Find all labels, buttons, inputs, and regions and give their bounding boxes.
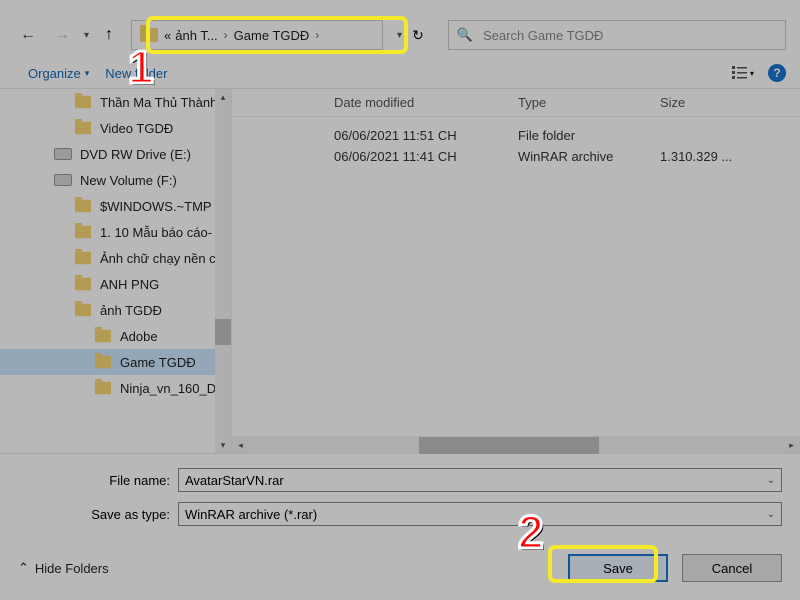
search-placeholder: Search Game TGDĐ: [483, 28, 777, 43]
tree-item-label: DVD RW Drive (E:): [80, 147, 191, 162]
folder-icon: [75, 96, 91, 109]
tree-item[interactable]: DVD RW Drive (E:): [0, 141, 231, 167]
tree-item[interactable]: $WINDOWS.~TMP: [0, 193, 231, 219]
tree-item[interactable]: Ảnh chữ chạy nền c: [0, 245, 231, 271]
breadcrumb-prefix: «: [164, 28, 171, 43]
tree-item-label: New Volume (F:): [80, 173, 177, 188]
scroll-up-icon[interactable]: ▴: [215, 89, 231, 105]
scrollbar-vertical[interactable]: ▴ ▾: [215, 89, 231, 453]
cell-size: 1.310.329 ...: [660, 149, 750, 164]
tree-item[interactable]: Adobe: [0, 323, 231, 349]
breadcrumb-part[interactable]: Game TGDĐ: [234, 28, 310, 43]
cancel-button[interactable]: Cancel: [682, 554, 782, 582]
file-list[interactable]: 06/06/2021 11:51 CHFile folder06/06/2021…: [232, 117, 800, 436]
dropdown-caret-icon[interactable]: ⌄: [767, 475, 775, 486]
tree-item-label: ảnh TGDĐ: [100, 303, 162, 318]
tree-item-label: ANH PNG: [100, 277, 159, 292]
drive-icon: [54, 174, 72, 186]
chevron-right-icon[interactable]: ›: [309, 28, 325, 42]
forward-button[interactable]: →: [48, 21, 76, 49]
up-button[interactable]: ↑: [97, 23, 121, 47]
tree-item[interactable]: ảnh TGDĐ: [0, 297, 231, 323]
scroll-thumb[interactable]: [419, 437, 599, 454]
tree-item-label: $WINDOWS.~TMP: [100, 199, 212, 214]
scrollbar-horizontal[interactable]: ◂ ▸: [232, 436, 800, 453]
scroll-down-icon[interactable]: ▾: [215, 437, 231, 453]
folder-icon: [75, 278, 91, 291]
help-icon[interactable]: ?: [768, 64, 786, 82]
breadcrumb-part[interactable]: ảnh T...: [175, 28, 217, 43]
tree-item-label: 1. 10 Mẫu báo cáo-: [100, 225, 212, 240]
drive-icon: [54, 148, 72, 160]
savetype-label: Save as type:: [18, 507, 178, 522]
history-caret-icon[interactable]: ▾: [84, 30, 89, 41]
cell-name: [238, 128, 334, 143]
breadcrumb[interactable]: « ảnh T... › Game TGDĐ ›: [131, 20, 383, 50]
dropdown-caret-icon[interactable]: ⌄: [767, 509, 775, 520]
cell-date: 06/06/2021 11:41 CH: [334, 149, 518, 164]
filename-label: File name:: [18, 473, 178, 488]
column-headers[interactable]: Date modified Type Size: [232, 89, 800, 117]
tree-item[interactable]: 1. 10 Mẫu báo cáo-: [0, 219, 231, 245]
address-dropdown-icon[interactable]: ▾: [397, 30, 402, 41]
folder-icon: [95, 356, 111, 369]
folder-icon: [75, 304, 91, 317]
tree-item[interactable]: ANH PNG: [0, 271, 231, 297]
cell-date: 06/06/2021 11:51 CH: [334, 128, 518, 143]
organize-button[interactable]: Organize ▾: [28, 66, 89, 81]
tree-item[interactable]: Game TGDĐ: [0, 349, 231, 375]
tree-item-label: Game TGDĐ: [120, 355, 196, 370]
cell-name: [238, 149, 334, 164]
tree-item-label: Ảnh chữ chạy nền c: [100, 251, 216, 266]
scroll-right-icon[interactable]: ▸: [783, 437, 800, 454]
scroll-thumb[interactable]: [215, 319, 231, 345]
scroll-left-icon[interactable]: ◂: [232, 437, 249, 454]
tree-item-label: Ninja_vn_160_Dat: [120, 381, 227, 396]
search-input[interactable]: 🔍 Search Game TGDĐ: [448, 20, 786, 50]
cell-type: WinRAR archive: [518, 149, 660, 164]
folder-icon: [95, 330, 111, 343]
search-icon: 🔍: [457, 27, 473, 43]
file-row[interactable]: 06/06/2021 11:51 CHFile folder: [232, 125, 800, 146]
tree-item[interactable]: Ninja_vn_160_Dat: [0, 375, 231, 401]
refresh-icon[interactable]: ↻: [412, 27, 424, 44]
back-button[interactable]: ←: [14, 21, 42, 49]
callout-1: 1: [128, 40, 154, 94]
header-date[interactable]: Date modified: [334, 95, 518, 110]
cell-size: [660, 128, 750, 143]
view-options-icon[interactable]: ▾: [732, 64, 754, 82]
callout-2: 2: [518, 505, 544, 559]
file-row[interactable]: 06/06/2021 11:41 CHWinRAR archive1.310.3…: [232, 146, 800, 167]
header-size[interactable]: Size: [660, 95, 750, 110]
tree-item[interactable]: New Volume (F:): [0, 167, 231, 193]
folder-icon: [75, 122, 91, 135]
hide-folders-toggle[interactable]: ⌃ Hide Folders: [18, 560, 109, 576]
tree-item-label: Adobe: [120, 329, 158, 344]
tree-item[interactable]: Thần Ma Thủ Thành: [0, 89, 231, 115]
folder-tree[interactable]: Thần Ma Thủ Thành Video TGDĐ DVD RW Drive …: [0, 89, 232, 453]
header-type[interactable]: Type: [518, 95, 660, 110]
filename-input[interactable]: AvatarStarVN.rar ⌄: [178, 468, 782, 492]
cell-type: File folder: [518, 128, 660, 143]
chevron-up-icon: ⌃: [18, 560, 29, 576]
savetype-select[interactable]: WinRAR archive (*.rar) ⌄: [178, 502, 782, 526]
folder-icon: [75, 252, 91, 265]
tree-item[interactable]: Video TGDĐ: [0, 115, 231, 141]
header-name[interactable]: [238, 95, 334, 110]
tree-item-label: Thần Ma Thủ Thành: [100, 95, 217, 110]
folder-icon: [75, 226, 91, 239]
folder-icon: [95, 382, 111, 395]
folder-icon: [75, 200, 91, 213]
chevron-right-icon[interactable]: ›: [218, 28, 234, 42]
tree-item-label: Video TGDĐ: [100, 121, 173, 136]
save-button[interactable]: Save: [568, 554, 668, 582]
